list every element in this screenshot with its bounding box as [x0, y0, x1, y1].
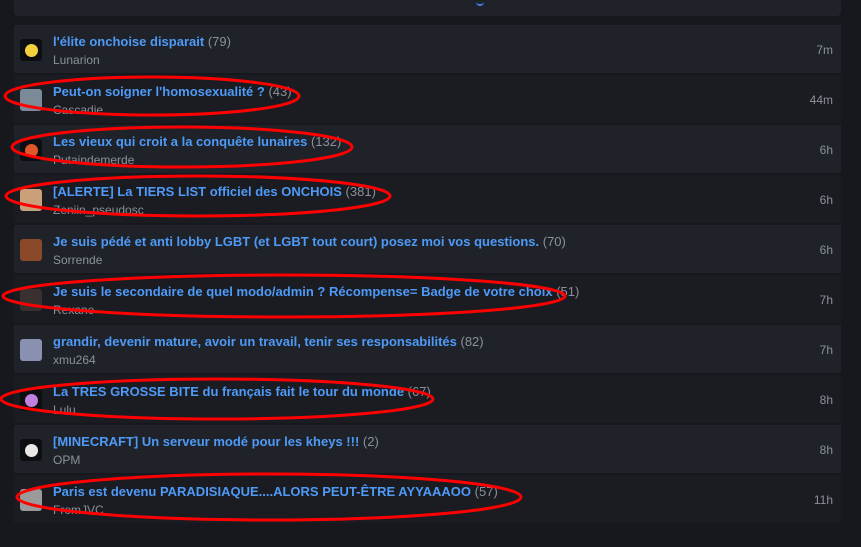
topic-title-line: Les vieux qui croit a la conquête lunair…	[53, 134, 341, 149]
author-name[interactable]: FromJVC	[53, 503, 104, 517]
avatar[interactable]	[20, 39, 42, 61]
reply-count: (79)	[207, 34, 231, 49]
avatar[interactable]	[20, 239, 42, 261]
avatar[interactable]	[20, 439, 42, 461]
reply-count: (67)	[407, 384, 431, 399]
topic-title-link[interactable]: [ALERTE] La TIERS LIST officiel des ONCH…	[53, 184, 342, 199]
author-name[interactable]: OPM	[53, 453, 80, 467]
author-name[interactable]: Cascadie	[53, 103, 103, 117]
topic-title-line: [MINECRAFT] Un serveur modé pour les khe…	[53, 434, 379, 449]
topic-row[interactable]: Je suis pédé et anti lobby LGBT (et LGBT…	[14, 225, 841, 273]
topic-title-link[interactable]: Je suis le secondaire de quel modo/admin…	[53, 284, 553, 299]
reply-count: (2)	[362, 434, 379, 449]
topic-title-line: La TRES GROSSE BITE du français fait le …	[53, 384, 431, 399]
author-name[interactable]: Lunarion	[53, 53, 100, 67]
topic-title-line: Peut-on soigner l'homosexualité ? (43)	[53, 84, 292, 99]
topic-row[interactable]: l'élite onchoise disparait (79) Lunarion 7…	[14, 25, 841, 73]
topic-row[interactable]: Peut-on soigner l'homosexualité ? (43) Ca…	[14, 75, 841, 123]
author-name[interactable]: Sorrende	[53, 253, 102, 267]
last-activity-time: 7h	[819, 293, 833, 307]
avatar[interactable]	[20, 389, 42, 411]
topic-title-line: Je suis le secondaire de quel modo/admin…	[53, 284, 579, 299]
author-name[interactable]: Putaindemerde	[53, 153, 134, 167]
topic-title-line: Je suis pédé et anti lobby LGBT (et LGBT…	[53, 234, 566, 249]
last-activity-time: 8h	[819, 443, 833, 457]
reply-count: (82)	[460, 334, 484, 349]
author-name[interactable]: xmu264	[53, 353, 96, 367]
avatar[interactable]	[20, 489, 42, 511]
last-activity-time: 6h	[819, 193, 833, 207]
emoji-icon	[24, 443, 38, 457]
author-name[interactable]: Lulu	[53, 403, 76, 417]
reply-count: (70)	[542, 234, 566, 249]
emoji-icon	[24, 393, 38, 407]
panel-edge-mark	[476, 0, 484, 6]
avatar[interactable]	[20, 339, 42, 361]
topic-title-link[interactable]: Je suis pédé et anti lobby LGBT (et LGBT…	[53, 234, 539, 249]
topic-title-link[interactable]: La TRES GROSSE BITE du français fait le …	[53, 384, 404, 399]
reply-count: (132)	[310, 134, 342, 149]
topic-row[interactable]: Je suis le secondaire de quel modo/admin…	[14, 275, 841, 323]
topic-title-link[interactable]: [MINECRAFT] Un serveur modé pour les khe…	[53, 434, 359, 449]
last-activity-time: 6h	[819, 143, 833, 157]
topic-row[interactable]: [ALERTE] La TIERS LIST officiel des ONCH…	[14, 175, 841, 223]
topic-title-line: grandir, devenir mature, avoir un travai…	[53, 334, 484, 349]
topic-row[interactable]: [MINECRAFT] Un serveur modé pour les khe…	[14, 425, 841, 473]
author-name[interactable]: Rexane	[53, 303, 94, 317]
avatar[interactable]	[20, 289, 42, 311]
topic-title-line: [ALERTE] La TIERS LIST officiel des ONCH…	[53, 184, 376, 199]
topic-row[interactable]: Les vieux qui croit a la conquête lunair…	[14, 125, 841, 173]
avatar[interactable]	[20, 189, 42, 211]
author-name[interactable]: Zeniin_pseudosc	[53, 203, 144, 217]
topic-title-line: l'élite onchoise disparait (79)	[53, 34, 231, 49]
reply-count: (381)	[345, 184, 376, 199]
topic-row[interactable]: Paris est devenu PARADISIAQUE....ALORS P…	[14, 475, 841, 523]
topic-title-link[interactable]: Les vieux qui croit a la conquête lunair…	[53, 134, 307, 149]
topic-row[interactable]: La TRES GROSSE BITE du français fait le …	[14, 375, 841, 423]
reply-count: (57)	[474, 484, 498, 499]
last-activity-time: 7m	[816, 43, 833, 57]
topic-title-link[interactable]: Peut-on soigner l'homosexualité ?	[53, 84, 265, 99]
topic-list: l'élite onchoise disparait (79) Lunarion 7…	[14, 25, 841, 525]
last-activity-time: 8h	[819, 393, 833, 407]
reply-count: (51)	[556, 284, 580, 299]
avatar[interactable]	[20, 89, 42, 111]
topic-title-link[interactable]: l'élite onchoise disparait	[53, 34, 204, 49]
topic-title-link[interactable]: Paris est devenu PARADISIAQUE....ALORS P…	[53, 484, 471, 499]
last-activity-time: 11h	[813, 493, 833, 507]
emoji-icon	[24, 143, 38, 157]
last-activity-time: 6h	[819, 243, 833, 257]
last-activity-time: 7h	[819, 343, 833, 357]
topic-row[interactable]: grandir, devenir mature, avoir un travai…	[14, 325, 841, 373]
top-panel	[14, 0, 841, 16]
topic-title-link[interactable]: grandir, devenir mature, avoir un travai…	[53, 334, 457, 349]
reply-count: (43)	[268, 84, 292, 99]
last-activity-time: 44m	[809, 93, 833, 107]
topic-title-line: Paris est devenu PARADISIAQUE....ALORS P…	[53, 484, 498, 499]
emoji-icon	[24, 43, 38, 57]
avatar[interactable]	[20, 139, 42, 161]
